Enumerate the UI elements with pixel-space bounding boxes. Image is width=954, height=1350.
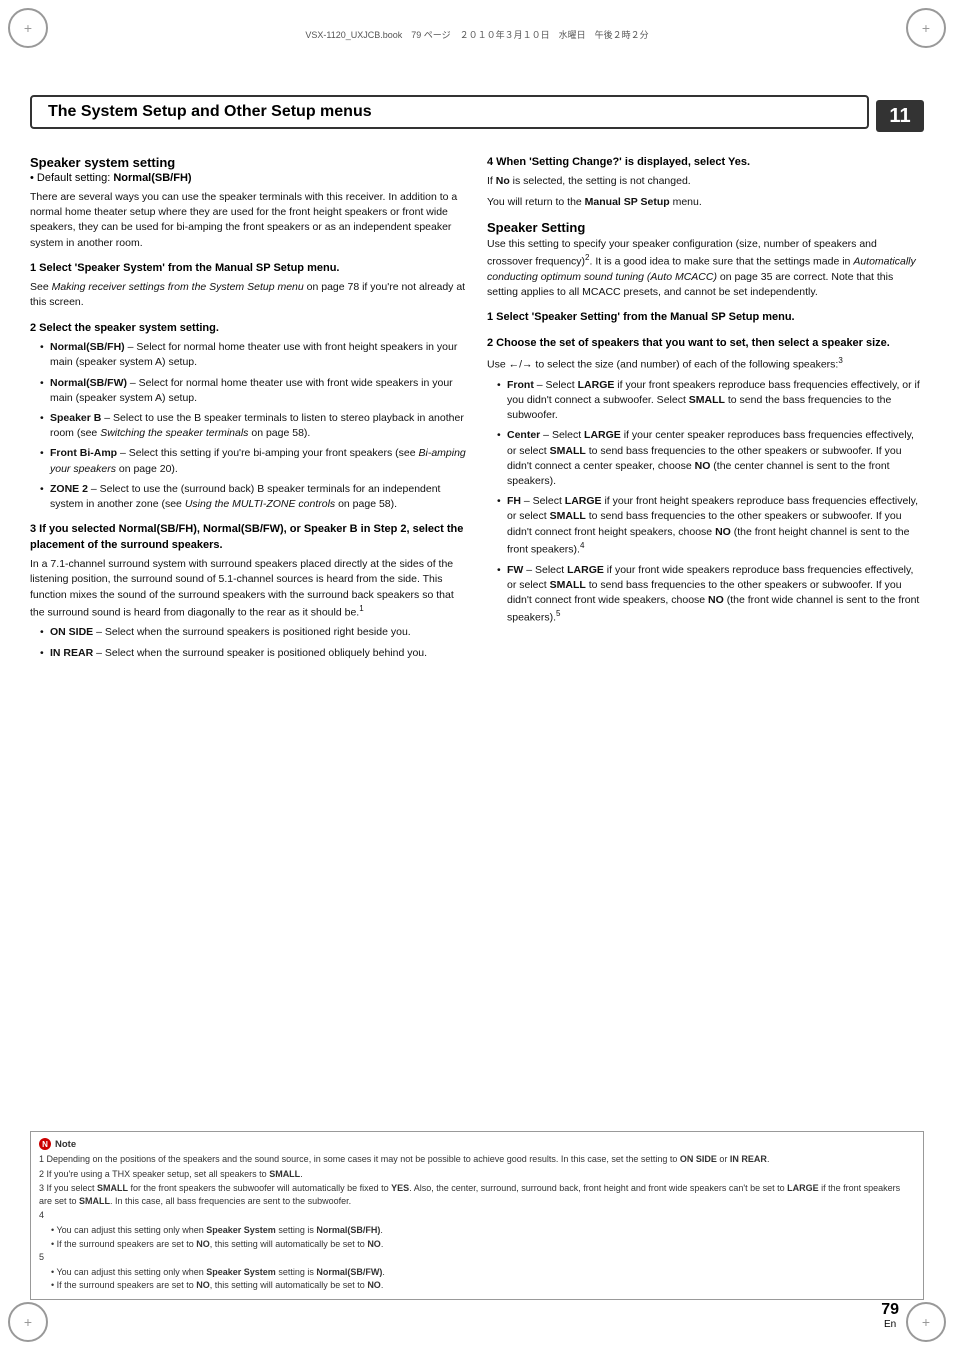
corner-decoration-tr	[906, 8, 946, 48]
step1-text: See Making receiver settings from the Sy…	[30, 280, 467, 310]
step4-text1: If No is selected, the setting is not ch…	[487, 174, 924, 189]
bullet-on-side: ON SIDE – Select when the surround speak…	[40, 625, 467, 640]
title-bar: The System Setup and Other Setup menus	[30, 95, 869, 129]
note-icon: N	[39, 1138, 51, 1150]
bullet-normal-sbfw: Normal(SB/FW) – Select for normal home t…	[40, 376, 467, 406]
section2-step1-heading: 1 Select 'Speaker Setting' from the Manu…	[487, 310, 924, 325]
page-footer: 79 En	[881, 1301, 899, 1330]
corner-decoration-tl	[8, 8, 48, 48]
step3-bullets: ON SIDE – Select when the surround speak…	[40, 625, 467, 660]
step4-text2: You will return to the Manual SP Setup m…	[487, 195, 924, 210]
section2-bullets: Front – Select LARGE if your front speak…	[497, 378, 924, 626]
bullet-speaker-b: Speaker B – Select to use the B speaker …	[40, 411, 467, 441]
note-item-5-sub2: • If the surround speakers are set to NO…	[39, 1279, 915, 1292]
section1-title: Speaker system setting	[30, 155, 467, 170]
bullet-zone2: ZONE 2 – Select to use the (surround bac…	[40, 482, 467, 512]
note-title: N Note	[39, 1138, 915, 1150]
step4-heading: 4 When 'Setting Change?' is displayed, s…	[487, 155, 924, 170]
note-item-5-sub1: • You can adjust this setting only when …	[39, 1266, 915, 1279]
section1-intro: There are several ways you can use the s…	[30, 190, 467, 251]
main-content: Speaker system setting • Default setting…	[30, 145, 924, 1260]
bullet-fh: FH – Select LARGE if your front height s…	[497, 494, 924, 557]
corner-decoration-br	[906, 1302, 946, 1342]
step1-heading: 1 Select 'Speaker System' from the Manua…	[30, 261, 467, 276]
bullet-center: Center – Select LARGE if your center spe…	[497, 428, 924, 489]
note-item-5: 5	[39, 1251, 915, 1264]
section2-step2-text: Use ←/→ to select the size (and number) …	[487, 355, 924, 373]
section2-intro: Use this setting to specify your speaker…	[487, 237, 924, 300]
step3-text: In a 7.1-channel surround system with su…	[30, 557, 467, 620]
file-header: VSX-1120_UXJCB.book 79 ページ ２０１０年３月１０日 水曜…	[55, 28, 899, 41]
bullet-front: Front – Select LARGE if your front speak…	[497, 378, 924, 424]
page-number-bottom: 79	[881, 1301, 899, 1319]
note-item-4-sub2: • If the surround speakers are set to NO…	[39, 1238, 915, 1251]
section2-step2-heading: 2 Choose the set of speakers that you wa…	[487, 336, 924, 351]
left-column: Speaker system setting • Default setting…	[30, 145, 467, 1260]
corner-decoration-bl	[8, 1302, 48, 1342]
section2-title: Speaker Setting	[487, 220, 924, 235]
section1-subtitle: • Default setting: Normal(SB/FH)	[30, 172, 467, 184]
page-lang: En	[884, 1319, 896, 1330]
chapter-badge: 11	[876, 100, 924, 132]
note-box: N Note 1 Depending on the positions of t…	[30, 1131, 924, 1300]
note-item-3: 3 If you select SMALL for the front spea…	[39, 1182, 915, 1207]
step2-heading: 2 Select the speaker system setting.	[30, 321, 467, 336]
note-item-1: 1 Depending on the positions of the spea…	[39, 1153, 915, 1166]
bullet-normal-sbfh: Normal(SB/FH) – Select for normal home t…	[40, 340, 467, 370]
note-item-4-sub1: • You can adjust this setting only when …	[39, 1224, 915, 1237]
step3-heading: 3 If you selected Normal(SB/FH), Normal(…	[30, 522, 467, 553]
right-column: 4 When 'Setting Change?' is displayed, s…	[487, 145, 924, 1260]
note-item-2: 2 If you're using a THX speaker setup, s…	[39, 1168, 915, 1181]
bullet-fw: FW – Select LARGE if your front wide spe…	[497, 563, 924, 626]
bullet-front-bi-amp: Front Bi-Amp – Select this setting if yo…	[40, 446, 467, 476]
step2-bullets: Normal(SB/FH) – Select for normal home t…	[40, 340, 467, 512]
note-item-4: 4	[39, 1209, 915, 1222]
bullet-in-rear: IN REAR – Select when the surround speak…	[40, 646, 467, 661]
page-title: The System Setup and Other Setup menus	[48, 103, 372, 121]
